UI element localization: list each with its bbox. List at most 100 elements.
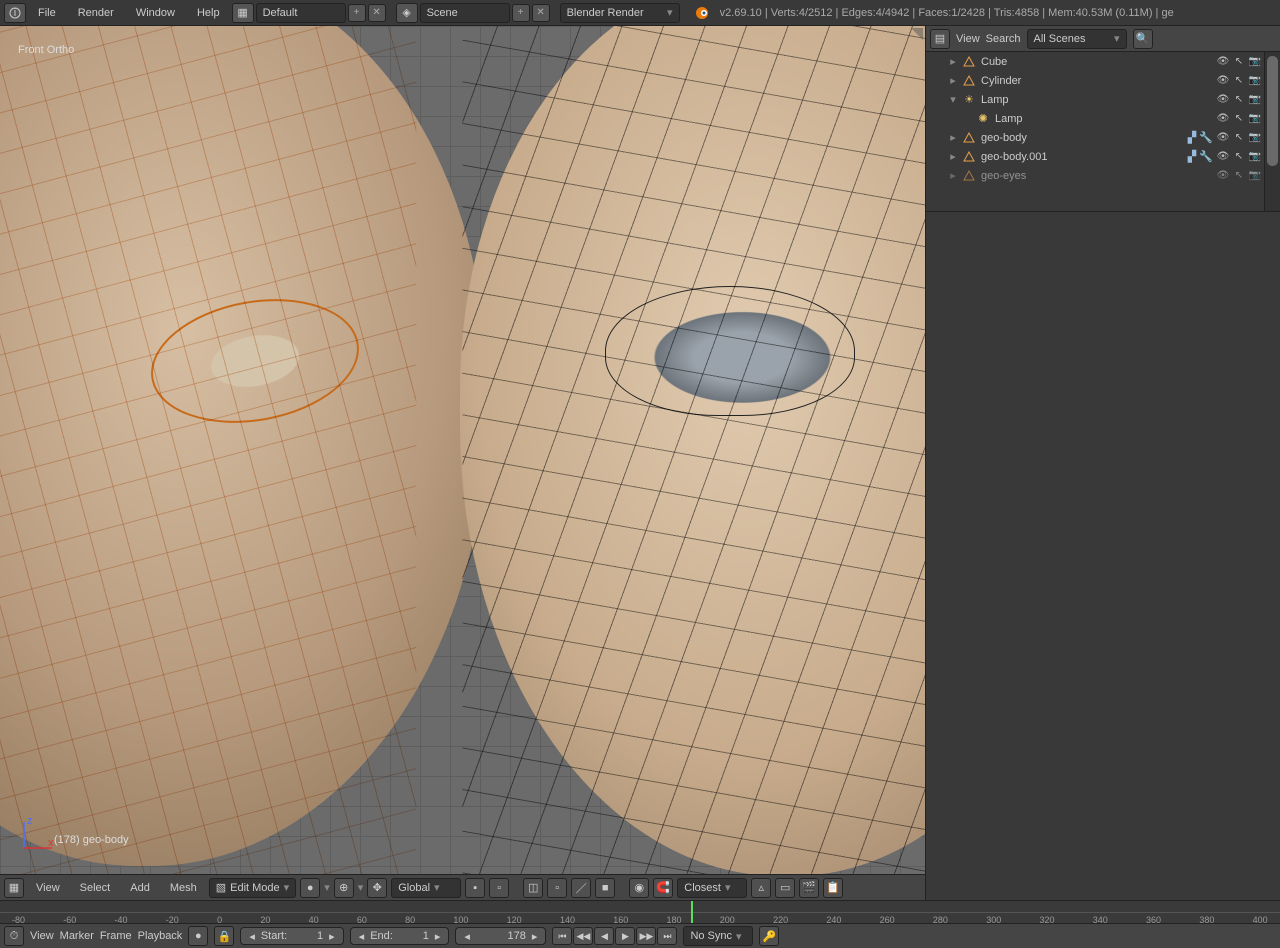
pivot-dropdown[interactable]: ⊕: [334, 878, 354, 898]
screen-layout-dropdown[interactable]: Default: [256, 3, 346, 23]
3dview-menu-mesh[interactable]: Mesh: [162, 882, 205, 894]
disclosure-icon[interactable]: ▸: [947, 150, 959, 163]
disclosure-icon[interactable]: ▸: [947, 55, 959, 68]
keyframe-next-button[interactable]: ▶▶: [636, 927, 656, 945]
orientation-dropdown[interactable]: Global▾: [391, 878, 461, 898]
scene-dropdown[interactable]: Scene: [420, 3, 510, 23]
layout-delete-button[interactable]: ✕: [368, 4, 386, 22]
sync-dropdown[interactable]: No Sync▾: [683, 926, 753, 946]
visibility-icon[interactable]: 👁: [1216, 55, 1230, 69]
3dview-menu-add[interactable]: Add: [122, 882, 158, 894]
tl-current-field[interactable]: ◂178▸: [455, 927, 546, 945]
outliner-editor-icon[interactable]: ▤: [930, 29, 950, 49]
outliner-row[interactable]: ▸Cylinder 👁 ↖ 📷: [926, 71, 1264, 90]
outliner-row[interactable]: ▾☀Lamp 👁 ↖ 📷: [926, 90, 1264, 109]
layout-browse-icon[interactable]: ▦: [232, 3, 254, 23]
snap-target-dropdown[interactable]: Closest▾: [677, 878, 747, 898]
layers-1[interactable]: ▪: [465, 878, 485, 898]
visibility-icon[interactable]: 👁: [1216, 150, 1230, 164]
play-reverse-button[interactable]: ◀: [594, 927, 614, 945]
outliner-scrollbar[interactable]: [1264, 52, 1280, 211]
render-preview-icon[interactable]: ▭: [775, 878, 795, 898]
tl-menu-playback[interactable]: Playback: [138, 930, 183, 942]
menu-help[interactable]: Help: [187, 0, 230, 26]
layout-add-button[interactable]: +: [348, 4, 366, 22]
selectable-icon[interactable]: ↖: [1232, 112, 1246, 126]
menu-file[interactable]: File: [28, 0, 66, 26]
tl-menu-frame[interactable]: Frame: [100, 930, 132, 942]
timeline-canvas[interactable]: -80-60-40-200204060801001201401601802002…: [0, 901, 1280, 924]
jump-end-button[interactable]: ⏭: [657, 927, 677, 945]
tl-lock-icon[interactable]: 🔒: [214, 926, 234, 946]
selectable-icon[interactable]: ↖: [1232, 150, 1246, 164]
renderable-icon[interactable]: 📷: [1248, 169, 1262, 183]
layers-2[interactable]: ▫: [489, 878, 509, 898]
menu-window[interactable]: Window: [126, 0, 185, 26]
shading-dropdown[interactable]: ●: [300, 878, 320, 898]
tl-end-field[interactable]: ◂End:1▸: [350, 927, 450, 945]
outliner-row[interactable]: ▸geo-body.001▞ 🔧 👁 ↖ 📷: [926, 147, 1264, 166]
tl-menu-view[interactable]: View: [30, 930, 54, 942]
timeline-tick: 280: [933, 915, 948, 925]
3dview-menu-select[interactable]: Select: [72, 882, 119, 894]
selectable-icon[interactable]: ↖: [1232, 169, 1246, 183]
outliner-menu-search[interactable]: Search: [986, 33, 1021, 45]
renderable-icon[interactable]: 📷: [1248, 131, 1262, 145]
tl-keying-icon[interactable]: 🔑: [759, 926, 779, 946]
selectable-icon[interactable]: ↖: [1232, 55, 1246, 69]
selectable-icon[interactable]: ↖: [1232, 131, 1246, 145]
area-split-corner[interactable]: [909, 28, 923, 42]
render-anim-icon[interactable]: 🎬: [799, 878, 819, 898]
renderable-icon[interactable]: 📷: [1248, 74, 1262, 88]
keyframe-prev-button[interactable]: ◀◀: [573, 927, 593, 945]
disclosure-icon[interactable]: ▾: [947, 93, 959, 106]
mode-dropdown[interactable]: ▧Edit Mode▾: [209, 878, 296, 898]
scene-add-button[interactable]: +: [512, 4, 530, 22]
renderable-icon[interactable]: 📷: [1248, 112, 1262, 126]
tl-menu-marker[interactable]: Marker: [60, 930, 94, 942]
play-button[interactable]: ▶: [615, 927, 635, 945]
3dview-menu-view[interactable]: View: [28, 882, 68, 894]
outliner-row[interactable]: ▸geo-body▞ 🔧 👁 ↖ 📷: [926, 128, 1264, 147]
visibility-icon[interactable]: 👁: [1216, 74, 1230, 88]
outliner-row[interactable]: ▸geo-eyes 👁 ↖ 📷: [926, 166, 1264, 185]
selectable-icon[interactable]: ↖: [1232, 74, 1246, 88]
scene-delete-button[interactable]: ✕: [532, 4, 550, 22]
outliner-row[interactable]: ▸Cube 👁 ↖ 📷: [926, 52, 1264, 71]
snap-toggle-icon[interactable]: 🧲: [653, 878, 673, 898]
prop-edit-icon[interactable]: ◉: [629, 878, 649, 898]
tl-autokey-icon[interactable]: ●: [188, 926, 208, 946]
timeline-editor-icon[interactable]: ⏱: [4, 926, 24, 946]
outliner-search-icon[interactable]: 🔍: [1133, 29, 1153, 49]
limit-selection-icon[interactable]: ◫: [523, 878, 543, 898]
renderable-icon[interactable]: 📷: [1248, 150, 1262, 164]
renderable-icon[interactable]: 📷: [1248, 55, 1262, 69]
timeline-tick: 240: [826, 915, 841, 925]
render-engine-dropdown[interactable]: Blender Render▾: [560, 3, 680, 23]
3dview-editor-icon[interactable]: ▦: [4, 878, 24, 898]
disclosure-icon[interactable]: ▸: [947, 131, 959, 144]
disclosure-icon[interactable]: ▸: [947, 74, 959, 87]
selectable-icon[interactable]: ↖: [1232, 93, 1246, 107]
snap-element-icon[interactable]: ▵: [751, 878, 771, 898]
visibility-icon[interactable]: 👁: [1216, 112, 1230, 126]
tl-start-field[interactable]: ◂Start:1▸: [240, 927, 343, 945]
disclosure-icon[interactable]: ▸: [947, 169, 959, 182]
outliner-filter-dropdown[interactable]: All Scenes▾: [1027, 29, 1127, 49]
info-editor-icon[interactable]: i: [4, 3, 26, 23]
outliner-menu-view[interactable]: View: [956, 33, 980, 45]
menu-render[interactable]: Render: [68, 0, 124, 26]
visibility-icon[interactable]: 👁: [1216, 131, 1230, 145]
jump-start-button[interactable]: ⏮: [552, 927, 572, 945]
visibility-icon[interactable]: 👁: [1216, 93, 1230, 107]
renderable-icon[interactable]: 📷: [1248, 93, 1262, 107]
visibility-icon[interactable]: 👁: [1216, 169, 1230, 183]
outliner-row[interactable]: ✺Lamp 👁 ↖ 📷: [926, 109, 1264, 128]
3d-viewport[interactable]: Front Ortho (178) geo-body zx: [0, 26, 925, 874]
sel-face-icon[interactable]: ■: [595, 878, 615, 898]
sel-vertex-icon[interactable]: ▫: [547, 878, 567, 898]
manipulator-icon[interactable]: ✥: [367, 878, 387, 898]
scene-browse-icon[interactable]: ◈: [396, 3, 418, 23]
sel-edge-icon[interactable]: ／: [571, 878, 591, 898]
copy-paste-icon[interactable]: 📋: [823, 878, 843, 898]
